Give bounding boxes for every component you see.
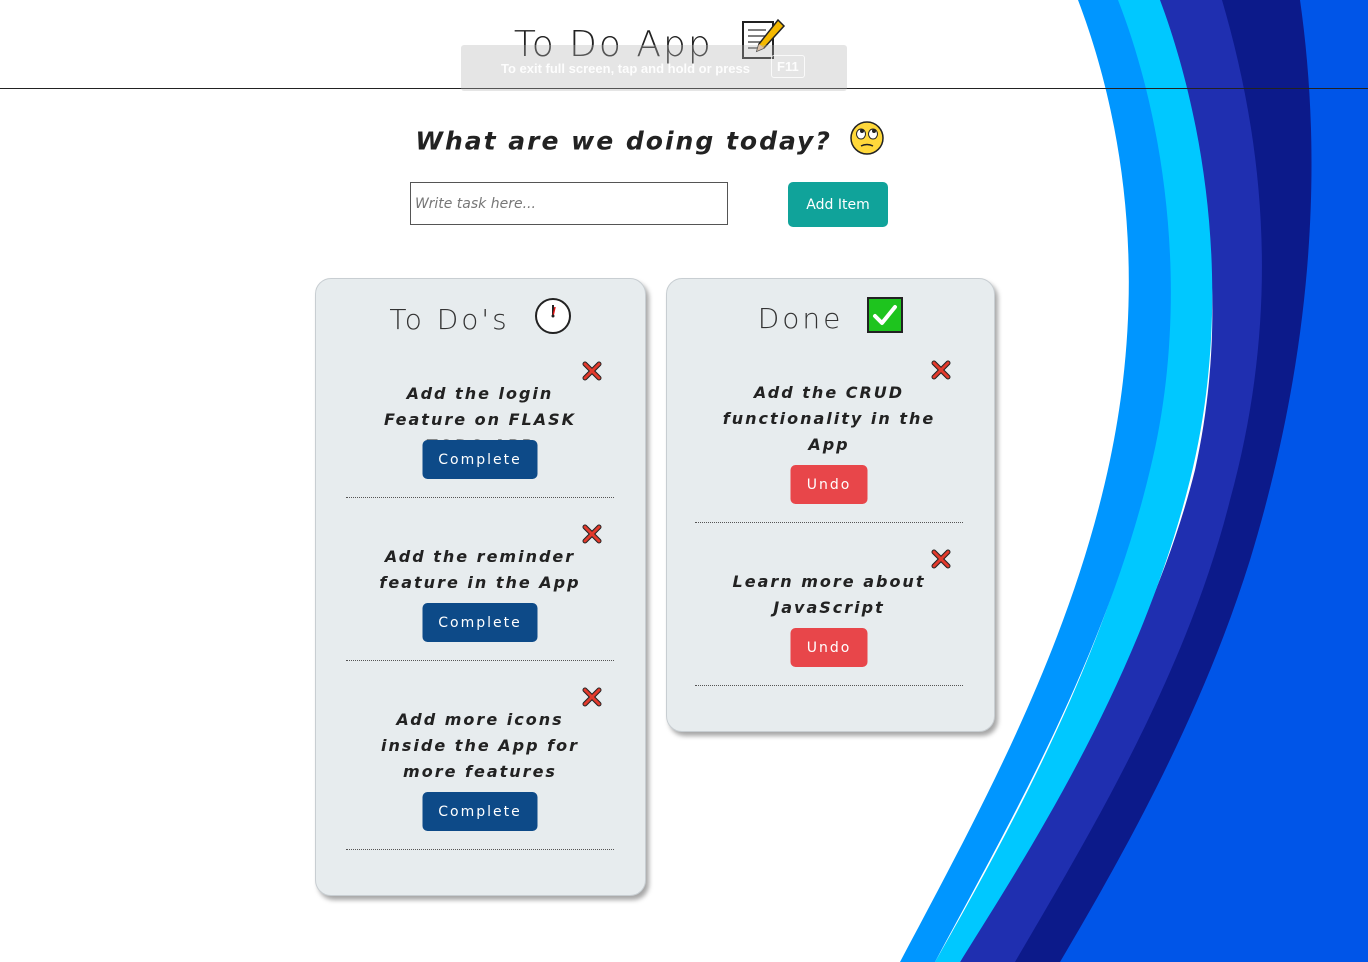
cross-mark-icon[interactable] (582, 524, 602, 544)
done-list-item: Learn more about JavaScript Undo (695, 549, 963, 686)
prompt-heading: What are we doing today? (0, 120, 1300, 162)
toast-key-f11: F11 (771, 55, 805, 78)
todo-list-item: Add the login Feature on FLASK TODO APP … (346, 361, 614, 498)
todo-item-text: Add more icons inside the App for more f… (381, 710, 579, 781)
cross-mark-icon[interactable] (931, 360, 951, 380)
todo-item-text: Add the reminder feature in the App (379, 547, 581, 592)
complete-button[interactable]: Complete (422, 792, 538, 831)
todo-card: To Do's Add the login Feature on FLASK T… (315, 278, 646, 896)
check-mark-icon (867, 297, 904, 340)
done-list-item: Add the CRUD functionality in the App Un… (695, 360, 963, 523)
eyes-rolling-icon (849, 120, 885, 162)
done-card-title-text: Done (757, 302, 844, 335)
complete-button[interactable]: Complete (422, 603, 538, 642)
todo-card-title-text: To Do's (389, 303, 510, 336)
todo-list-item: Add more icons inside the App for more f… (346, 687, 614, 850)
undo-button[interactable]: Undo (790, 628, 868, 667)
complete-button[interactable]: Complete (422, 440, 538, 479)
clock-icon (534, 297, 572, 342)
fullscreen-exit-toast: To exit full screen, tap and hold or pre… (461, 45, 847, 91)
done-item-text: Add the CRUD functionality in the App (722, 383, 936, 454)
undo-button[interactable]: Undo (790, 465, 868, 504)
toast-message: To exit full screen, tap and hold or pre… (501, 61, 750, 76)
add-item-button[interactable]: Add Item (788, 182, 888, 227)
done-item-text: Learn more about JavaScript (732, 572, 926, 617)
cross-mark-icon[interactable] (582, 361, 602, 381)
page: To Do App To exit full screen, tap and h… (0, 0, 1368, 962)
todo-list-item: Add the reminder feature in the App Comp… (346, 524, 614, 661)
done-card: Done Add the CRUD functionality in the A… (666, 278, 995, 732)
task-input[interactable] (410, 182, 728, 225)
prompt-text: What are we doing today? (415, 126, 832, 156)
cross-mark-icon[interactable] (931, 549, 951, 569)
cross-mark-icon[interactable] (582, 687, 602, 707)
todo-card-title: To Do's (316, 297, 645, 342)
done-card-title: Done (667, 297, 994, 340)
